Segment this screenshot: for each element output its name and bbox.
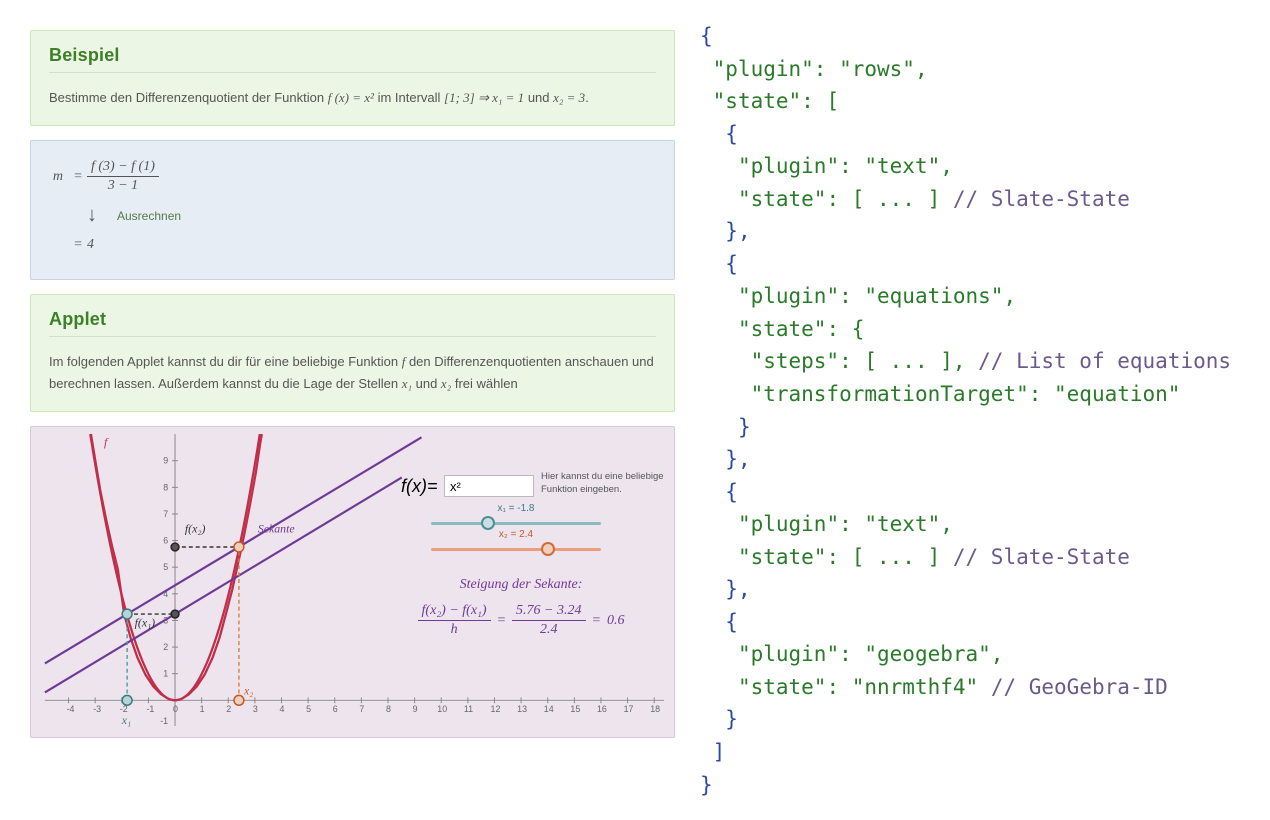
- eq-fraction: f (3) − f (1) 3 − 1: [87, 159, 159, 194]
- svg-text:13: 13: [517, 704, 527, 714]
- svg-text:11: 11: [464, 704, 473, 714]
- applet-heading: Applet: [49, 309, 656, 337]
- example-heading: Beispiel: [49, 45, 656, 73]
- svg-text:2: 2: [226, 704, 231, 714]
- svg-text:f(x₂): f(x₂): [185, 522, 206, 536]
- example-box: Beispiel Bestimme den Differenzenquotien…: [30, 30, 675, 126]
- example-text: Bestimme den Differenzenquotient der Fun…: [49, 87, 656, 109]
- svg-text:10: 10: [437, 704, 447, 714]
- svg-text:7: 7: [359, 704, 364, 714]
- svg-text:1: 1: [163, 669, 168, 679]
- svg-text:x₂: x₂: [243, 684, 253, 698]
- svg-text:6: 6: [333, 704, 338, 714]
- svg-text:14: 14: [544, 704, 554, 714]
- svg-text:9: 9: [163, 456, 168, 466]
- svg-text:2: 2: [163, 642, 168, 652]
- svg-text:18: 18: [650, 704, 660, 714]
- json-code-block: { "plugin": "rows", "state": [ { "plugin…: [700, 20, 1255, 801]
- eq-result: 4: [87, 237, 94, 253]
- svg-text:16: 16: [597, 704, 607, 714]
- svg-text:5: 5: [306, 704, 311, 714]
- svg-text:3: 3: [253, 704, 258, 714]
- svg-text:15: 15: [570, 704, 580, 714]
- equations-box: m = f (3) − f (1) 3 − 1 ↓ Ausrechnen = 4: [30, 140, 675, 280]
- slope-display: Steigung der Sekante: f(x₂) − f(x₁)h = 5…: [381, 577, 661, 638]
- svg-text:12: 12: [491, 704, 501, 714]
- svg-text:4: 4: [280, 704, 285, 714]
- svg-text:x₁: x₁: [121, 713, 131, 727]
- svg-text:1: 1: [200, 704, 205, 714]
- svg-text:f: f: [104, 435, 109, 449]
- svg-text:8: 8: [163, 483, 168, 493]
- svg-text:f(x₁): f(x₁): [135, 616, 156, 630]
- eq-equals: =: [69, 169, 87, 185]
- geogebra-applet[interactable]: -4-3-2-1 0 1234 5678 9101112 13141516 17…: [30, 426, 675, 738]
- json-source: { "plugin": "rows", "state": [ { "plugin…: [685, 0, 1270, 820]
- arrow-down-icon: ↓: [87, 204, 97, 227]
- applet-desc: Im folgenden Applet kannst du dir für ei…: [49, 351, 656, 395]
- svg-text:5: 5: [163, 562, 168, 572]
- slider-x2[interactable]: x₂ = 2.4: [426, 537, 606, 563]
- svg-text:17: 17: [624, 704, 634, 714]
- svg-text:7: 7: [163, 509, 168, 519]
- svg-text:8: 8: [386, 704, 391, 714]
- fx-prefix: f(x)=: [401, 476, 438, 497]
- svg-text:-1: -1: [146, 704, 154, 714]
- svg-text:-3: -3: [93, 704, 101, 714]
- svg-text:0: 0: [173, 704, 178, 714]
- svg-text:6: 6: [163, 536, 168, 546]
- svg-text:-4: -4: [67, 704, 75, 714]
- function-input[interactable]: [444, 475, 534, 497]
- svg-text:9: 9: [413, 704, 418, 714]
- svg-text:Sekante: Sekante: [258, 522, 295, 536]
- applet-intro-box: Applet Im folgenden Applet kannst du dir…: [30, 294, 675, 412]
- svg-text:-1: -1: [160, 716, 168, 726]
- eq-lhs: m: [49, 169, 69, 185]
- content-column: Beispiel Bestimme den Differenzenquotien…: [0, 0, 685, 820]
- input-hint: Hier kannst du eine beliebige Funktion e…: [541, 471, 671, 496]
- eq-step-hint: Ausrechnen: [117, 209, 181, 223]
